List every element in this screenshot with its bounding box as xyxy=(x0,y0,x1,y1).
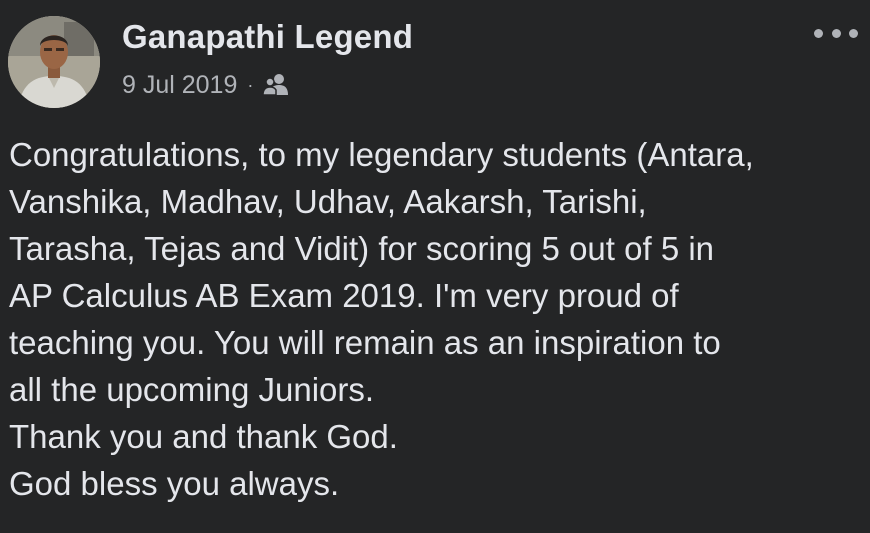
post-text-line: AP Calculus AB Exam 2019. I'm very proud… xyxy=(9,277,679,314)
more-options-icon[interactable] xyxy=(814,22,858,44)
more-dot xyxy=(831,28,841,38)
author-name[interactable]: Ganapathi Legend xyxy=(122,18,413,56)
friends-icon[interactable] xyxy=(262,73,290,97)
post-text-line: Thank you and thank God. xyxy=(9,418,398,455)
profile-photo-icon xyxy=(8,16,100,108)
post-text-line: Congratulations, to my legendary student… xyxy=(9,136,754,173)
more-dot xyxy=(849,28,858,38)
post-text-line: all the upcoming Juniors. xyxy=(9,371,375,408)
post-body: Congratulations, to my legendary student… xyxy=(9,131,864,507)
avatar[interactable] xyxy=(8,16,100,108)
meta-separator: · xyxy=(247,74,254,95)
post-text-line: Tarasha, Tejas and Vidit) for scoring 5 … xyxy=(9,230,715,267)
post-date[interactable]: 9 Jul 2019 xyxy=(122,71,237,100)
more-dot xyxy=(814,28,823,38)
facebook-post: Ganapathi Legend 9 Jul 2019 · Congratula… xyxy=(0,0,870,533)
post-text-line: God bless you always. xyxy=(9,465,340,502)
post-meta: 9 Jul 2019 · xyxy=(122,70,290,100)
post-text-line: Vanshika, Madhav, Udhav, Aakarsh, Tarish… xyxy=(9,183,647,220)
post-text-line: teaching you. You will remain as an insp… xyxy=(9,324,721,361)
